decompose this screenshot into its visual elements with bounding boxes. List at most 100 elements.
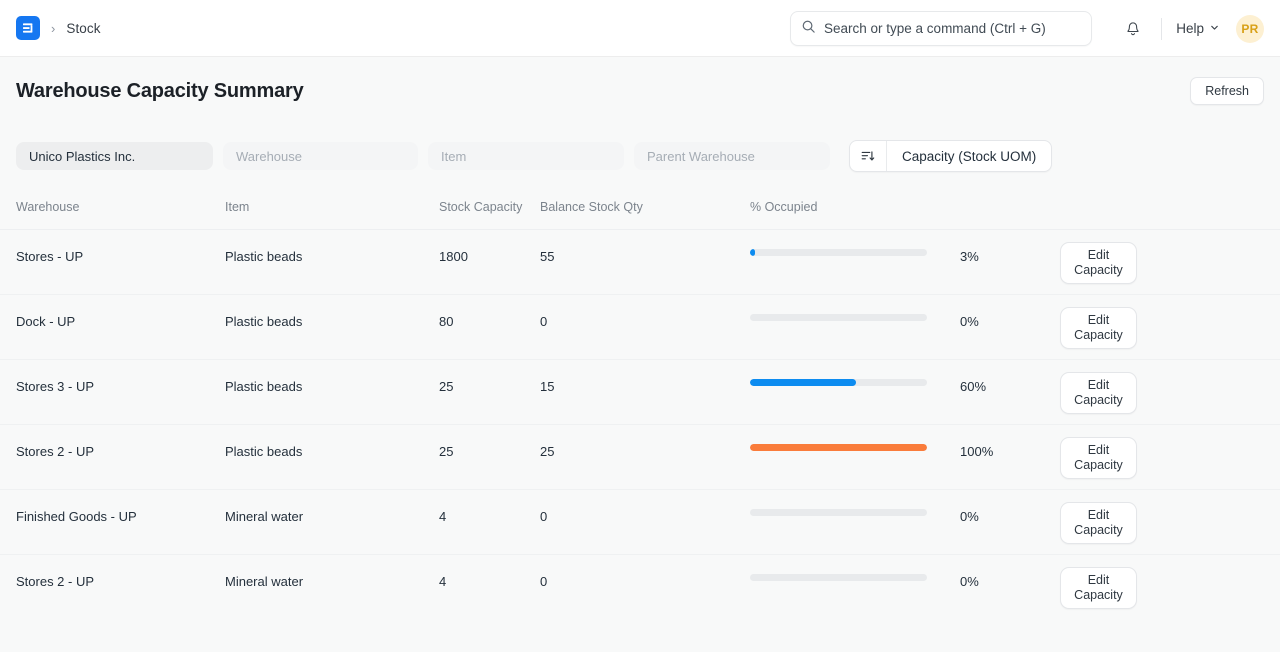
filter-item-placeholder: Item xyxy=(441,149,466,164)
table-row: Dock - UPPlastic beads800 0%Edit Capacity xyxy=(0,295,1280,360)
global-search[interactable] xyxy=(790,11,1092,46)
cell-warehouse[interactable]: Dock - UP xyxy=(16,313,225,331)
search-box[interactable] xyxy=(790,11,1092,46)
cell-item[interactable]: Mineral water xyxy=(225,573,439,591)
filter-bar: Unico Plastics Inc. Warehouse Item Paren… xyxy=(0,125,1280,187)
cell-warehouse[interactable]: Stores - UP xyxy=(16,248,225,266)
breadcrumb-separator-icon: › xyxy=(51,22,55,35)
cell-action: Edit Capacity xyxy=(1060,443,1264,479)
cell-stock-capacity: 4 xyxy=(439,508,540,526)
edit-capacity-button[interactable]: Edit Capacity xyxy=(1060,567,1137,609)
search-input[interactable] xyxy=(824,21,1081,36)
page-header: Warehouse Capacity Summary Refresh xyxy=(0,57,1280,125)
table-row: Stores 2 - UPMineral water40 0%Edit Capac… xyxy=(0,555,1280,620)
breadcrumb-item-stock[interactable]: Stock xyxy=(66,21,100,36)
filter-parent-warehouse[interactable]: Parent Warehouse xyxy=(634,142,830,170)
cell-action: Edit Capacity xyxy=(1060,378,1264,414)
cell-item[interactable]: Mineral water xyxy=(225,508,439,526)
chevron-down-icon xyxy=(1209,21,1220,36)
cell-balance-stock-qty: 0 xyxy=(540,508,750,526)
cell-balance-stock-qty: 15 xyxy=(540,378,750,396)
edit-capacity-button[interactable]: Edit Capacity xyxy=(1060,437,1137,479)
cell-percent-occupied-bar xyxy=(750,313,960,321)
column-header-item: Item xyxy=(225,199,439,215)
column-header-stock-capacity: Stock Capacity xyxy=(439,199,540,215)
top-navbar: › Stock Help xyxy=(0,0,1280,57)
refresh-button[interactable]: Refresh xyxy=(1190,77,1264,105)
edit-capacity-button[interactable]: Edit Capacity xyxy=(1060,242,1137,284)
capacity-progress-track xyxy=(750,444,927,451)
table-row: Stores 3 - UPPlastic beads2515 60%Edit Ca… xyxy=(0,360,1280,425)
cell-action: Edit Capacity xyxy=(1060,313,1264,349)
cell-stock-capacity: 25 xyxy=(439,443,540,461)
cell-percent-occupied-value: 60% xyxy=(960,378,1060,396)
cell-percent-occupied-bar xyxy=(750,573,960,581)
filter-company-value: Unico Plastics Inc. xyxy=(29,149,135,164)
cell-percent-occupied-bar xyxy=(750,248,960,256)
cell-percent-occupied-value: 0% xyxy=(960,313,1060,331)
capacity-progress-track xyxy=(750,379,927,386)
capacity-progress-track xyxy=(750,574,927,581)
search-icon xyxy=(801,19,816,39)
cell-balance-stock-qty: 55 xyxy=(540,248,750,266)
cell-balance-stock-qty: 0 xyxy=(540,573,750,591)
cell-percent-occupied-bar xyxy=(750,508,960,516)
cell-item[interactable]: Plastic beads xyxy=(225,378,439,396)
cell-warehouse[interactable]: Finished Goods - UP xyxy=(16,508,225,526)
capacity-progress-track xyxy=(750,249,927,256)
cell-percent-occupied-bar xyxy=(750,443,960,451)
cell-balance-stock-qty: 0 xyxy=(540,313,750,331)
cell-stock-capacity: 4 xyxy=(439,573,540,591)
cell-percent-occupied-value: 100% xyxy=(960,443,1060,461)
cell-action: Edit Capacity xyxy=(1060,248,1264,284)
filter-parent-warehouse-placeholder: Parent Warehouse xyxy=(647,149,755,164)
capacity-progress-track xyxy=(750,314,927,321)
cell-item[interactable]: Plastic beads xyxy=(225,443,439,461)
cell-percent-occupied-value: 0% xyxy=(960,508,1060,526)
capacity-progress-track xyxy=(750,509,927,516)
filter-company[interactable]: Unico Plastics Inc. xyxy=(16,142,213,170)
table-header-row: Warehouse Item Stock Capacity Balance St… xyxy=(0,187,1280,230)
cell-warehouse[interactable]: Stores 2 - UP xyxy=(16,573,225,591)
cell-stock-capacity: 25 xyxy=(439,378,540,396)
page-title: Warehouse Capacity Summary xyxy=(16,80,304,103)
sort-control: Capacity (Stock UOM) xyxy=(849,140,1052,172)
column-header-percent-occupied: % Occupied xyxy=(750,199,960,215)
cell-percent-occupied-value: 0% xyxy=(960,573,1060,591)
column-header-warehouse: Warehouse xyxy=(16,199,225,215)
table-row: Stores 2 - UPPlastic beads2525100%Edit C… xyxy=(0,425,1280,490)
cell-warehouse[interactable]: Stores 3 - UP xyxy=(16,378,225,396)
filter-warehouse[interactable]: Warehouse xyxy=(223,142,418,170)
navbar-actions: Help PR xyxy=(1117,0,1264,57)
cell-item[interactable]: Plastic beads xyxy=(225,313,439,331)
filter-item[interactable]: Item xyxy=(428,142,624,170)
cell-item[interactable]: Plastic beads xyxy=(225,248,439,266)
cell-stock-capacity: 80 xyxy=(439,313,540,331)
cell-action: Edit Capacity xyxy=(1060,508,1264,544)
cell-balance-stock-qty: 25 xyxy=(540,443,750,461)
erpnext-logo-icon[interactable] xyxy=(16,16,40,40)
sort-descending-icon[interactable] xyxy=(850,141,887,171)
sort-field-label[interactable]: Capacity (Stock UOM) xyxy=(887,149,1051,164)
column-header-balance-stock-qty: Balance Stock Qty xyxy=(540,199,750,215)
edit-capacity-button[interactable]: Edit Capacity xyxy=(1060,307,1137,349)
cell-warehouse[interactable]: Stores 2 - UP xyxy=(16,443,225,461)
help-menu[interactable]: Help xyxy=(1174,17,1222,40)
filter-warehouse-placeholder: Warehouse xyxy=(236,149,302,164)
table-row: Finished Goods - UPMineral water40 0%Edit… xyxy=(0,490,1280,555)
capacity-table: Warehouse Item Stock Capacity Balance St… xyxy=(0,187,1280,620)
help-label: Help xyxy=(1176,21,1204,36)
capacity-progress-fill xyxy=(750,249,755,256)
edit-capacity-button[interactable]: Edit Capacity xyxy=(1060,502,1137,544)
avatar[interactable]: PR xyxy=(1236,15,1264,43)
bell-icon[interactable] xyxy=(1117,13,1149,45)
cell-action: Edit Capacity xyxy=(1060,573,1264,609)
table-row: Stores - UPPlastic beads1800553%Edit Cap… xyxy=(0,230,1280,295)
capacity-progress-fill xyxy=(750,379,856,386)
navbar-divider xyxy=(1161,18,1162,40)
edit-capacity-button[interactable]: Edit Capacity xyxy=(1060,372,1137,414)
cell-stock-capacity: 1800 xyxy=(439,248,540,266)
cell-percent-occupied-bar xyxy=(750,378,960,386)
capacity-progress-fill xyxy=(750,444,927,451)
table-body: Stores - UPPlastic beads1800553%Edit Cap… xyxy=(0,230,1280,620)
